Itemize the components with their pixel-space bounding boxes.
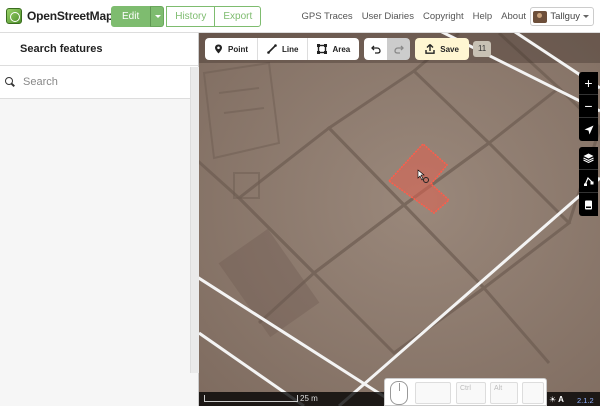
undo-redo-group (364, 38, 411, 60)
nav-link-copyright[interactable]: Copyright (423, 11, 464, 22)
edit-count-badge: 11 (472, 41, 492, 57)
edit-toolbar: Point Line Area Save 11 (199, 38, 492, 60)
footer-status-icons: ☀ A (549, 395, 564, 404)
line-icon (267, 44, 277, 54)
search-input[interactable] (23, 76, 173, 88)
aerial-imagery (199, 33, 600, 406)
scale-label: 25 m (300, 394, 318, 403)
sidebar-scrollbar[interactable] (190, 67, 199, 373)
scale-bar[interactable] (204, 395, 298, 402)
edit-button-group: Edit History Export (111, 6, 262, 27)
nav-link-help[interactable]: Help (473, 11, 493, 22)
area-label: Area (332, 44, 351, 54)
add-line-button[interactable]: Line (258, 38, 309, 60)
location-arrow-icon (584, 125, 593, 134)
nav-link-gps-traces[interactable]: GPS Traces (301, 11, 352, 22)
edit-button[interactable]: Edit (111, 6, 151, 27)
undo-icon (370, 45, 381, 54)
geolocate-button[interactable] (579, 118, 598, 141)
sidebar-header: Search features (0, 33, 198, 66)
layers-icon (583, 153, 594, 163)
user-name: Tallguy (550, 11, 580, 22)
redo-icon (394, 45, 404, 54)
line-label: Line (282, 44, 299, 54)
brand-name: OpenStreetMap (27, 9, 114, 23)
undo-button[interactable] (364, 38, 388, 60)
search-row (0, 66, 198, 99)
nav-link-about[interactable]: About (501, 11, 526, 22)
avatar (533, 10, 548, 23)
key-alt: Alt (490, 382, 518, 404)
map-data-icon (583, 176, 593, 186)
translate-icon[interactable]: A (558, 395, 564, 404)
history-button[interactable]: History (166, 6, 216, 27)
keyboard-shortcut-overlay: Ctrl Alt (384, 378, 547, 406)
nav-links: GPS Traces User Diaries Copyright Help A… (292, 0, 526, 33)
chevron-down-icon (583, 15, 589, 18)
add-area-button[interactable]: Area (308, 38, 359, 60)
point-label: Point (228, 44, 248, 54)
key-blank (522, 382, 544, 404)
save-label: Save (440, 44, 459, 54)
edit-dropdown-caret[interactable] (150, 6, 165, 27)
add-point-button[interactable]: Point (205, 38, 258, 60)
osm-logo-icon (6, 8, 22, 24)
background-layers-button[interactable] (579, 147, 598, 170)
user-menu[interactable]: Tallguy (530, 7, 594, 26)
osm-logo[interactable]: OpenStreetMap (6, 8, 113, 24)
sidebar: Search features (0, 33, 199, 406)
book-icon (585, 200, 592, 209)
upload-icon (425, 44, 435, 54)
map-data-button[interactable] (579, 170, 598, 193)
map-canvas[interactable] (199, 33, 600, 406)
key-shift (415, 382, 451, 404)
version-label[interactable]: 2.1.2 (577, 396, 594, 405)
map-panel-controls (579, 147, 598, 216)
key-ctrl: Ctrl (456, 382, 486, 404)
zoom-out-button[interactable]: − (579, 95, 598, 118)
redo-button[interactable] (387, 38, 411, 60)
save-button[interactable]: Save (415, 38, 469, 60)
zoom-in-button[interactable]: + (579, 72, 598, 95)
area-icon (317, 44, 328, 54)
zoom-controls: + − (579, 72, 598, 141)
mouse-icon (390, 381, 408, 405)
export-button[interactable]: Export (214, 6, 262, 27)
add-mode-group: Point Line Area (205, 38, 360, 60)
sidebar-title: Search features (20, 43, 103, 55)
help-button[interactable] (579, 193, 598, 216)
nav-link-user-diaries[interactable]: User Diaries (362, 11, 414, 22)
point-icon (215, 44, 222, 54)
bug-icon[interactable]: ☀ (549, 395, 556, 404)
search-icon (5, 77, 15, 87)
